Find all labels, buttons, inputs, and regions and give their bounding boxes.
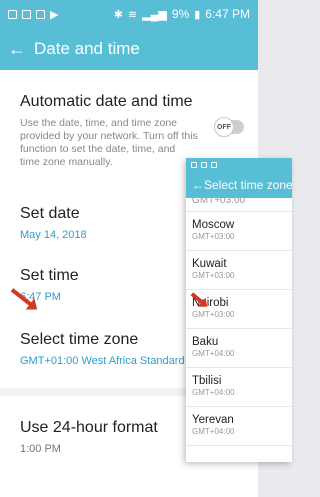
time-zone-offset: GMT+03:00 — [192, 271, 235, 280]
back-arrow-icon[interactable]: ← — [192, 178, 204, 192]
overlay-status-bar — [186, 158, 292, 172]
page-title: Date and time — [34, 39, 140, 58]
tv-icon — [211, 162, 217, 168]
overlay-app-bar: ← Select time zone — [186, 172, 292, 198]
app-bar: ← Date and time — [0, 28, 258, 70]
time-zone-item[interactable]: Tbilisi GMT+04:00 — [186, 368, 292, 407]
bluetooth-icon: ✱ — [113, 8, 123, 21]
battery-icon: ▮ — [194, 8, 201, 21]
time-zone-city: Baku — [192, 336, 219, 348]
time-zone-offset: GMT+03:00 — [192, 310, 235, 319]
time-zone-city: Tbilisi — [192, 375, 222, 387]
partial-gmt: GMT+03:00 — [192, 198, 246, 206]
time-zone-offset: GMT+04:00 — [192, 349, 235, 358]
time-zone-item[interactable]: Kuwait GMT+03:00 — [186, 251, 292, 290]
status-time: 6:47 PM — [205, 7, 250, 21]
notification-icons: ▶ — [8, 8, 58, 21]
gallery-icon — [201, 162, 207, 168]
image-icon — [8, 9, 17, 19]
time-zone-list: MoscowGMT+03:00KuwaitGMT+03:00NairobiGMT… — [186, 212, 292, 446]
tv-icon — [36, 9, 45, 19]
time-zone-offset: GMT+04:00 — [192, 388, 235, 397]
back-arrow-icon[interactable]: ← — [8, 40, 34, 58]
signal-icon: ▂▄▆ — [142, 8, 167, 21]
image-icon — [191, 162, 197, 168]
time-zone-offset: GMT+03:00 — [192, 232, 235, 241]
time-zone-city: Kuwait — [192, 258, 227, 270]
wifi-icon: ≋ — [127, 8, 138, 21]
toggle-knob: OFF — [214, 117, 234, 137]
auto-description: Use the date, time, and time zone provid… — [20, 117, 198, 168]
time-zone-item[interactable]: Moscow GMT+03:00 — [186, 212, 292, 251]
time-zone-offset: GMT+04:00 — [192, 427, 235, 436]
battery-level: 9% — [171, 7, 190, 21]
gallery-icon — [22, 9, 31, 19]
time-zone-city: Yerevan — [192, 414, 234, 426]
auto-title: Automatic date and time — [20, 93, 193, 110]
play-icon: ▶ — [50, 8, 59, 21]
overlay-title: Select time zone — [204, 178, 292, 192]
time-zone-city: Moscow — [192, 219, 235, 231]
auto-date-toggle[interactable]: OFF — [214, 117, 244, 137]
time-zone-item[interactable]: Yerevan GMT+04:00 — [186, 407, 292, 446]
status-bar: ▶ ✱ ≋ ▂▄▆ 9% ▮ 6:47 PM — [0, 0, 258, 28]
time-zone-item[interactable]: Baku GMT+04:00 — [186, 329, 292, 368]
partial-list-item[interactable]: GMT+03:00 — [186, 198, 292, 212]
